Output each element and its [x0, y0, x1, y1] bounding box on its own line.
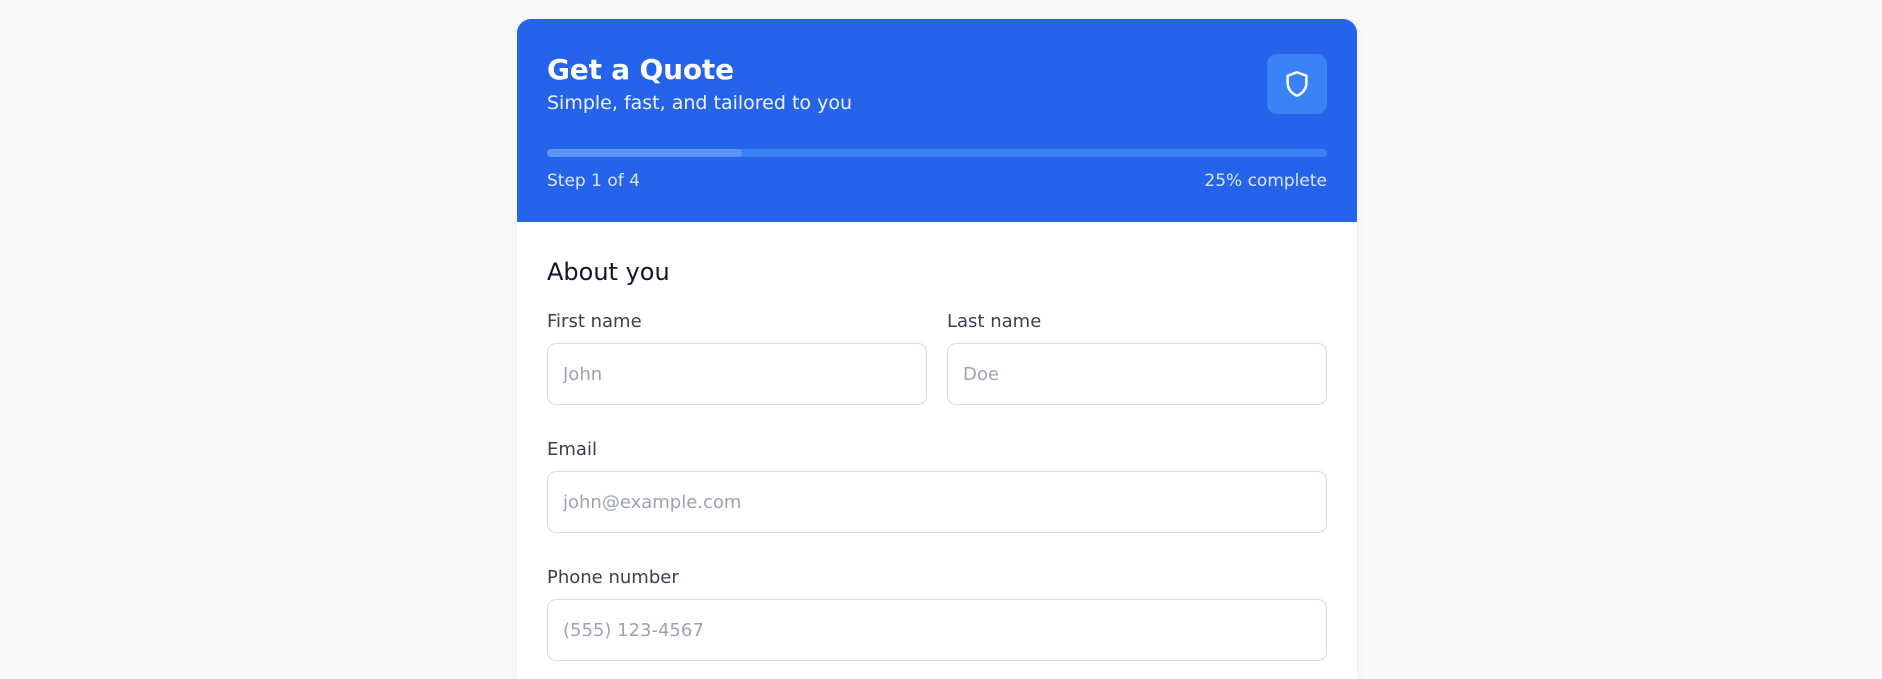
phone-field: Phone number	[547, 566, 1327, 661]
page-subtitle: Simple, fast, and tailored to you	[547, 92, 852, 114]
page-title: Get a Quote	[547, 53, 734, 86]
phone-label: Phone number	[547, 567, 679, 588]
last-name-label: Last name	[947, 311, 1042, 332]
phone-input[interactable]	[547, 599, 1327, 661]
quote-card: Get a Quote Simple, fast, and tailored t…	[517, 19, 1357, 679]
progress-meta: Step 1 of 4 25% complete	[547, 169, 1327, 193]
email-field: Email	[547, 438, 1327, 533]
form-body: About you First name Last name Email Pho…	[517, 222, 1357, 661]
name-row: First name Last name	[547, 310, 1327, 438]
first-name-field: First name	[547, 310, 927, 405]
progress-bar	[547, 149, 1327, 157]
last-name-input[interactable]	[947, 343, 1327, 405]
step-indicator: Step 1 of 4	[547, 171, 640, 191]
quote-header: Get a Quote Simple, fast, and tailored t…	[517, 19, 1357, 222]
first-name-input[interactable]	[547, 343, 927, 405]
email-input[interactable]	[547, 471, 1327, 533]
shield-icon	[1286, 71, 1308, 97]
section-title: About you	[547, 258, 670, 286]
shield-badge	[1267, 54, 1327, 114]
progress-percent: 25% complete	[1204, 171, 1327, 191]
progress-bar-fill	[547, 149, 742, 157]
last-name-field: Last name	[947, 310, 1327, 405]
email-label: Email	[547, 439, 597, 460]
first-name-label: First name	[547, 311, 642, 332]
